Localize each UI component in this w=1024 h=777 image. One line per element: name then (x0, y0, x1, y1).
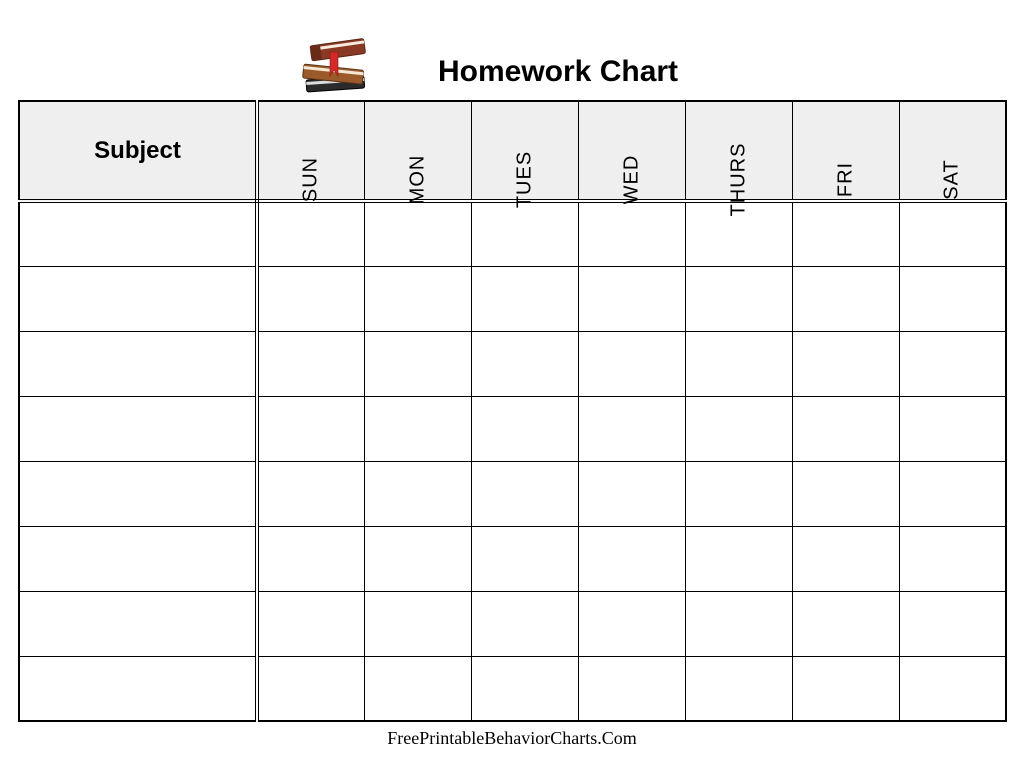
chart-cell[interactable] (364, 526, 471, 591)
chart-cell[interactable] (257, 461, 364, 526)
subject-cell[interactable] (19, 396, 257, 461)
day-label: WED (620, 155, 643, 205)
chart-cell[interactable] (364, 656, 471, 721)
chart-cell[interactable] (792, 461, 899, 526)
chart-cell[interactable] (899, 201, 1006, 266)
table-row (19, 526, 1006, 591)
col-header-wed: WED (578, 101, 685, 201)
chart-cell[interactable] (471, 656, 578, 721)
table-row (19, 461, 1006, 526)
chart-cell[interactable] (364, 331, 471, 396)
chart-cell[interactable] (471, 591, 578, 656)
chart-cell[interactable] (685, 266, 792, 331)
chart-cell[interactable] (578, 331, 685, 396)
chart-cell[interactable] (364, 266, 471, 331)
chart-cell[interactable] (578, 656, 685, 721)
col-header-mon: MON (364, 101, 471, 201)
chart-cell[interactable] (578, 266, 685, 331)
chart-cell[interactable] (899, 461, 1006, 526)
day-label: SUN (300, 157, 323, 202)
chart-cell[interactable] (792, 656, 899, 721)
chart-cell[interactable] (899, 526, 1006, 591)
table-row (19, 201, 1006, 266)
chart-cell[interactable] (364, 396, 471, 461)
chart-cell[interactable] (792, 591, 899, 656)
chart-cell[interactable] (578, 201, 685, 266)
chart-cell[interactable] (792, 266, 899, 331)
header-row: Subject SUN MON TUES WED THURS FRI SAT (19, 101, 1006, 201)
chart-cell[interactable] (685, 656, 792, 721)
subject-cell[interactable] (19, 461, 257, 526)
chart-cell[interactable] (685, 331, 792, 396)
chart-cell[interactable] (899, 591, 1006, 656)
chart-cell[interactable] (257, 201, 364, 266)
chart-cell[interactable] (792, 396, 899, 461)
books-stack-icon (298, 32, 378, 102)
chart-cell[interactable] (364, 461, 471, 526)
chart-body (19, 201, 1006, 721)
chart-cell[interactable] (792, 331, 899, 396)
chart-cell[interactable] (257, 526, 364, 591)
subject-cell[interactable] (19, 526, 257, 591)
chart-cell[interactable] (471, 526, 578, 591)
chart-cell[interactable] (899, 331, 1006, 396)
chart-cell[interactable] (685, 461, 792, 526)
chart-cell[interactable] (578, 461, 685, 526)
chart-cell[interactable] (257, 396, 364, 461)
subject-cell[interactable] (19, 656, 257, 721)
day-label: FRI (834, 162, 857, 197)
table-row (19, 656, 1006, 721)
col-header-subject: Subject (19, 101, 257, 201)
chart-cell[interactable] (685, 526, 792, 591)
table-row (19, 591, 1006, 656)
table-row (19, 396, 1006, 461)
chart-cell[interactable] (685, 591, 792, 656)
day-label: THURS (727, 143, 750, 217)
subject-cell[interactable] (19, 331, 257, 396)
chart-cell[interactable] (257, 656, 364, 721)
chart-cell[interactable] (364, 201, 471, 266)
chart-cell[interactable] (899, 396, 1006, 461)
page-title: Homework Chart (438, 55, 678, 89)
table-row (19, 266, 1006, 331)
chart-cell[interactable] (471, 331, 578, 396)
chart-cell[interactable] (685, 396, 792, 461)
chart-cell[interactable] (257, 331, 364, 396)
chart-cell[interactable] (792, 526, 899, 591)
col-header-sat: SAT (899, 101, 1006, 201)
chart-cell[interactable] (578, 526, 685, 591)
chart-cell[interactable] (364, 591, 471, 656)
chart-cell[interactable] (257, 591, 364, 656)
footer-credit: FreePrintableBehaviorCharts.Com (18, 728, 1006, 749)
chart-cell[interactable] (899, 656, 1006, 721)
day-label: TUES (513, 151, 536, 208)
chart-cell[interactable] (257, 266, 364, 331)
table-row (19, 331, 1006, 396)
chart-cell[interactable] (471, 396, 578, 461)
chart-cell[interactable] (471, 461, 578, 526)
col-header-sun: SUN (257, 101, 364, 201)
homework-chart-table: Subject SUN MON TUES WED THURS FRI SAT (18, 100, 1007, 722)
chart-cell[interactable] (471, 266, 578, 331)
subject-cell[interactable] (19, 201, 257, 266)
chart-header: Homework Chart (18, 20, 1006, 100)
day-label: SAT (941, 159, 964, 199)
chart-cell[interactable] (471, 201, 578, 266)
chart-cell[interactable] (899, 266, 1006, 331)
subject-cell[interactable] (19, 591, 257, 656)
col-header-tues: TUES (471, 101, 578, 201)
col-header-thurs: THURS (685, 101, 792, 201)
chart-cell[interactable] (578, 591, 685, 656)
subject-cell[interactable] (19, 266, 257, 331)
chart-cell[interactable] (578, 396, 685, 461)
col-header-fri: FRI (792, 101, 899, 201)
day-label: MON (406, 155, 429, 205)
chart-cell[interactable] (792, 201, 899, 266)
